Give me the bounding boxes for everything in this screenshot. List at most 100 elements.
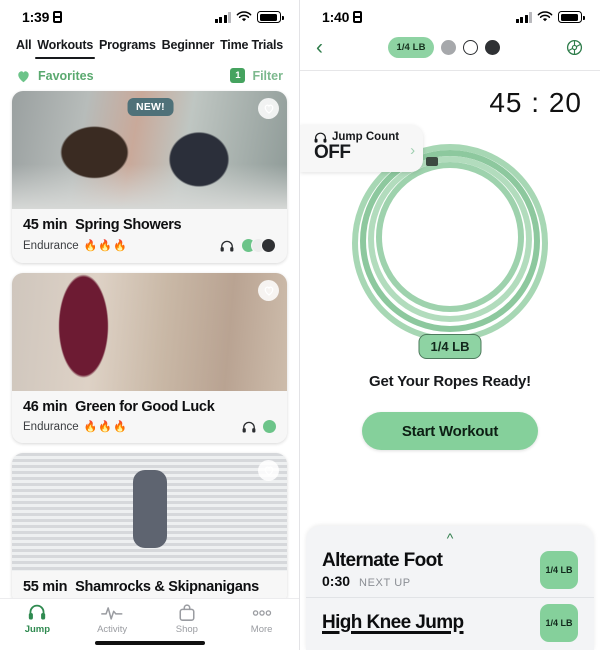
favorite-toggle[interactable] (258, 98, 279, 119)
start-workout-button[interactable]: Start Workout (362, 412, 538, 450)
status-indicators (515, 11, 585, 23)
gear-icon[interactable] (565, 38, 584, 57)
status-bar-left: 1:39 (0, 0, 299, 30)
weight-option-dark[interactable] (484, 39, 500, 55)
workout-card[interactable]: 55 min Shamrocks & Skipnanigans (12, 453, 287, 605)
nav-label-jump: Jump (24, 624, 51, 635)
workout-meta: Endurance 🔥🔥🔥 (23, 238, 276, 253)
exercise-row[interactable]: Alternate Foot 0:30 NEXT UP 1/4 LB (306, 544, 594, 597)
cellular-signal-icon (214, 11, 231, 23)
workout-duration: 45 min (23, 217, 68, 233)
workout-category: Endurance (23, 420, 79, 433)
nav-item-activity[interactable]: Activity (75, 604, 150, 635)
status-indicators (214, 11, 284, 23)
headphones-icon (242, 421, 256, 433)
workout-name: Shamrocks & Skipnanigans (75, 579, 259, 595)
workout-image: NEW! (12, 91, 287, 209)
workout-indicators (242, 420, 276, 433)
heart-outline-icon (264, 466, 273, 476)
workout-category-row: Endurance 🔥🔥🔥 (23, 239, 128, 253)
status-time-text: 1:39 (22, 9, 50, 25)
cellular-signal-icon (515, 11, 532, 23)
jump-count-value: OFF (314, 142, 351, 163)
workout-duration: 55 min (23, 579, 68, 595)
tab-beginner[interactable]: Beginner (162, 38, 215, 59)
battery-icon (257, 11, 284, 23)
rope-handle (426, 157, 438, 166)
status-time: 1:39 (22, 9, 63, 25)
wifi-icon (236, 11, 252, 22)
tab-all[interactable]: All (16, 38, 32, 59)
exercise-info: High Knee Jump (322, 612, 464, 634)
intensity-flames: 🔥🔥🔥 (83, 240, 128, 252)
workout-category-row: Endurance 🔥🔥🔥 (23, 420, 128, 434)
workout-name: Green for Good Luck (75, 399, 215, 415)
workout-timer: 45 : 20 (489, 87, 582, 118)
category-tabs[interactable]: All Workouts Programs Beginner Time Tria… (0, 30, 299, 59)
workout-card[interactable]: 46 min Green for Good Luck Endurance 🔥🔥🔥 (12, 273, 287, 443)
workout-duration: 46 min (23, 399, 68, 415)
status-time-text: 1:40 (322, 9, 350, 25)
app-root: 1:39 All Workouts Programs Beginner Time… (0, 0, 600, 650)
status-time: 1:40 (322, 9, 363, 25)
weight-dots (241, 238, 276, 253)
pulse-icon (101, 607, 123, 620)
workout-card[interactable]: NEW! 45 min Spring Showers Endurance 🔥🔥🔥 (12, 91, 287, 263)
filter-count-badge: 1 (230, 68, 246, 83)
jump-count-tooltip[interactable]: Jump Count OFF › (300, 125, 424, 172)
tab-workouts[interactable]: Workouts (35, 38, 95, 59)
workout-image (12, 453, 287, 571)
lock-portrait-icon (53, 11, 63, 23)
top-navigation: ‹ 1/4 LB (300, 30, 600, 64)
status-bar-right: 1:40 (300, 0, 600, 30)
tab-time-trials[interactable]: Time Trials (220, 38, 283, 59)
jump-rope-icon (29, 604, 46, 620)
weight-option-white[interactable] (462, 39, 478, 55)
nav-item-jump[interactable]: Jump (0, 604, 75, 635)
ellipsis-icon (252, 610, 271, 616)
weight-option-selected[interactable]: 1/4 LB (388, 36, 434, 58)
exercise-weight-badge: 1/4 LB (540, 550, 578, 589)
intensity-flames: 🔥🔥🔥 (83, 421, 128, 433)
exercise-name: Alternate Foot (322, 550, 443, 571)
workout-meta: Endurance 🔥🔥🔥 (23, 420, 276, 433)
workouts-screen: 1:39 All Workouts Programs Beginner Time… (0, 0, 300, 650)
weight-dot (263, 420, 276, 433)
rope-illustration-area: Jump Count OFF › 1/4 LB (300, 113, 600, 363)
exercise-row[interactable]: High Knee Jump 1/4 LB (306, 597, 594, 650)
bottom-navigation: Jump Activity Shop More (0, 598, 299, 650)
workout-name: Spring Showers (75, 217, 182, 233)
shopping-bag-icon (179, 604, 195, 621)
workout-title-row: 46 min Green for Good Luck (23, 399, 276, 415)
favorites-button[interactable]: Favorites (16, 69, 94, 83)
weight-option-gray[interactable] (440, 39, 456, 55)
filter-label: Filter (252, 68, 283, 83)
heart-outline-icon (264, 104, 273, 114)
battery-icon (558, 11, 585, 23)
nav-label-shop: Shop (175, 624, 198, 635)
workout-card-body: 45 min Spring Showers Endurance 🔥🔥🔥 (12, 209, 287, 263)
exercise-name: High Knee Jump (322, 612, 464, 633)
exercise-info: Alternate Foot 0:30 NEXT UP (322, 550, 443, 589)
nav-item-shop[interactable]: Shop (150, 604, 225, 635)
chevron-left-icon[interactable]: ‹ (316, 37, 323, 58)
workout-card-list: NEW! 45 min Spring Showers Endurance 🔥🔥🔥 (0, 91, 299, 605)
nav-item-more[interactable]: More (224, 604, 299, 635)
headphones-icon (220, 240, 234, 252)
workout-title-row: 55 min Shamrocks & Skipnanigans (23, 579, 276, 595)
chevron-right-icon: › (410, 141, 416, 159)
nav-label-activity: Activity (97, 624, 128, 635)
tab-programs[interactable]: Programs (99, 38, 156, 59)
favorites-label: Favorites (38, 68, 94, 83)
exercise-status: NEXT UP (359, 577, 411, 589)
favorite-toggle[interactable] (258, 280, 279, 301)
favorite-toggle[interactable] (258, 460, 279, 481)
weight-selector[interactable]: 1/4 LB (388, 36, 500, 58)
ready-message: Get Your Ropes Ready! (369, 373, 531, 390)
rope-weight-badge: 1/4 LB (418, 334, 482, 359)
heart-filled-icon (16, 69, 31, 83)
workout-ready-screen: 1:40 ‹ 1/4 LB 45: 20 Jump Count OFF › 1… (300, 0, 600, 650)
filter-button[interactable]: 1 Filter (230, 68, 283, 83)
home-indicator (94, 641, 205, 645)
chevron-up-icon[interactable]: ^ (306, 531, 594, 545)
